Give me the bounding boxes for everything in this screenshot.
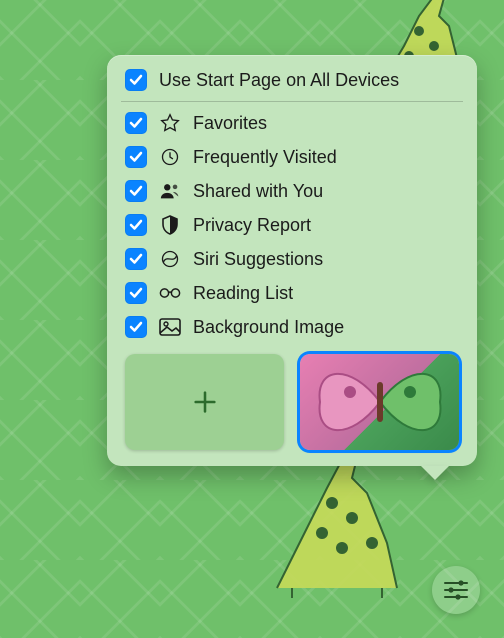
frequently-visited-row[interactable]: Frequently Visited <box>107 140 477 174</box>
checkmark-icon <box>129 184 143 198</box>
shared-with-you-label: Shared with You <box>193 181 459 202</box>
sliders-icon <box>443 579 469 601</box>
checkbox-favorites[interactable] <box>125 112 147 134</box>
people-icon <box>159 180 181 202</box>
frequently-visited-label: Frequently Visited <box>193 147 459 168</box>
background-giraffe-decoration <box>272 448 432 598</box>
reading-list-row[interactable]: Reading List <box>107 276 477 310</box>
privacy-report-row[interactable]: Privacy Report <box>107 208 477 242</box>
shared-with-you-row[interactable]: Shared with You <box>107 174 477 208</box>
photo-icon <box>159 316 181 338</box>
favorites-label: Favorites <box>193 113 459 134</box>
start-page-settings-popover: Use Start Page on All Devices Favorites … <box>107 55 477 466</box>
siri-icon <box>159 248 181 270</box>
checkbox-reading-list[interactable] <box>125 282 147 304</box>
checkbox-frequently-visited[interactable] <box>125 146 147 168</box>
start-page-settings-button[interactable] <box>432 566 480 614</box>
checkmark-icon <box>129 218 143 232</box>
checkbox-all-devices[interactable] <box>125 69 147 91</box>
divider <box>121 101 463 102</box>
use-start-page-on-all-devices-row[interactable]: Use Start Page on All Devices <box>107 63 477 97</box>
glasses-icon <box>159 282 181 304</box>
background-image-label: Background Image <box>193 317 459 338</box>
privacy-report-label: Privacy Report <box>193 215 459 236</box>
butterfly-icon <box>310 357 450 447</box>
star-icon <box>159 112 181 134</box>
checkmark-icon <box>129 73 143 87</box>
checkmark-icon <box>129 320 143 334</box>
checkbox-privacy-report[interactable] <box>125 214 147 236</box>
checkmark-icon <box>129 252 143 266</box>
favorites-row[interactable]: Favorites <box>107 106 477 140</box>
checkbox-siri-suggestions[interactable] <box>125 248 147 270</box>
checkmark-icon <box>129 150 143 164</box>
selected-background-thumbnail[interactable] <box>300 354 459 450</box>
checkbox-shared-with-you[interactable] <box>125 180 147 202</box>
plus-icon <box>191 388 219 416</box>
siri-suggestions-label: Siri Suggestions <box>193 249 459 270</box>
add-background-thumbnail[interactable] <box>125 354 284 450</box>
checkbox-background-image[interactable] <box>125 316 147 338</box>
checkmark-icon <box>129 116 143 130</box>
siri-suggestions-row[interactable]: Siri Suggestions <box>107 242 477 276</box>
background-thumbnails <box>107 344 477 450</box>
reading-list-label: Reading List <box>193 283 459 304</box>
use-start-page-label: Use Start Page on All Devices <box>159 70 459 91</box>
clock-icon <box>159 146 181 168</box>
shield-icon <box>159 214 181 236</box>
background-image-row[interactable]: Background Image <box>107 310 477 344</box>
checkmark-icon <box>129 286 143 300</box>
